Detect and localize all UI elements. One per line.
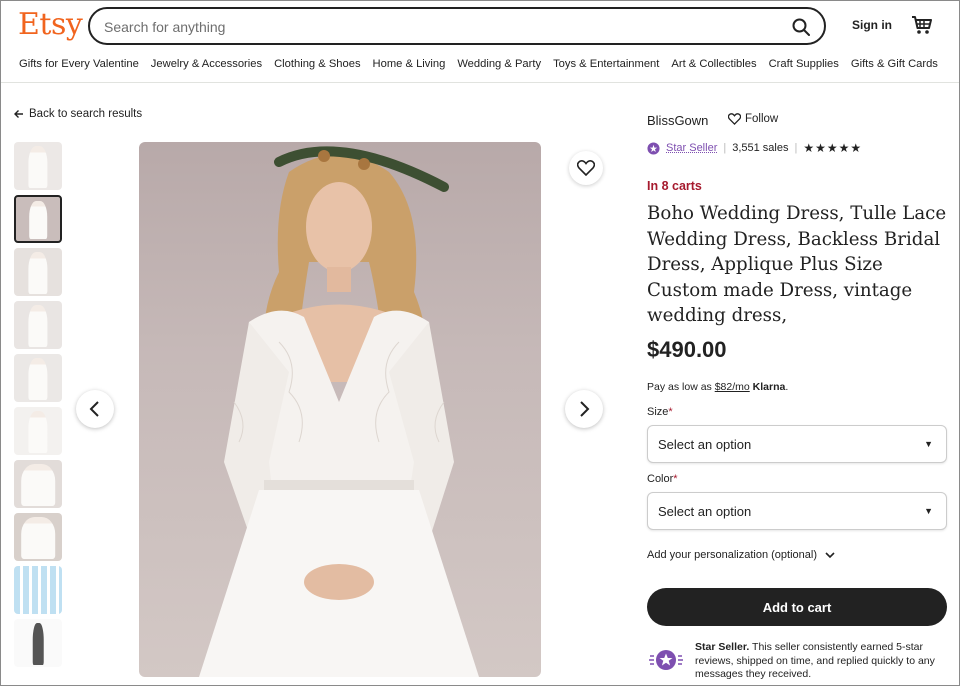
star-seller-large-icon	[647, 641, 685, 679]
category-jewelry[interactable]: Jewelry & Accessories	[151, 58, 262, 70]
required-mark: *	[673, 473, 678, 485]
caret-down-icon: ▼	[924, 506, 933, 516]
color-label: Color*	[647, 473, 678, 485]
product-image	[139, 142, 541, 677]
category-craft[interactable]: Craft Supplies	[769, 58, 839, 70]
arrow-left-icon	[14, 110, 23, 118]
seller-summary: Star Seller | 3,551 sales | ★★★★★	[647, 141, 862, 155]
search-icon	[792, 18, 810, 36]
next-image-button[interactable]	[565, 390, 603, 428]
size-select-value: Select an option	[658, 437, 752, 452]
heart-icon	[577, 160, 595, 176]
price: $490.00	[647, 337, 727, 362]
add-to-cart-label: Add to cart	[762, 599, 832, 615]
search-button[interactable]	[788, 14, 814, 40]
thumbnail[interactable]	[14, 619, 62, 667]
klarna-financing: Pay as low as $82/mo Klarna.	[647, 381, 788, 393]
cart-button[interactable]	[911, 14, 933, 36]
thumbnail-active[interactable]	[14, 195, 62, 243]
add-to-cart-button[interactable]: Add to cart	[647, 588, 947, 626]
thumbnail[interactable]	[14, 513, 62, 561]
category-clothing[interactable]: Clothing & Shoes	[274, 58, 360, 70]
star-seller-link[interactable]: Star Seller	[666, 142, 717, 154]
chevron-left-icon	[89, 401, 99, 417]
back-to-results-link[interactable]: Back to search results	[14, 108, 142, 120]
star-seller-heading: Star Seller.	[695, 641, 750, 653]
required-mark: *	[668, 406, 673, 418]
thumbnail[interactable]	[14, 460, 62, 508]
size-select[interactable]: Select an option ▼	[647, 425, 947, 463]
header: Etsy Sign in Gifts for Every Val	[1, 1, 959, 83]
listing-title: Boho Wedding Dress, Tulle Lace Wedding D…	[647, 203, 947, 327]
thumbnail-list	[14, 142, 62, 672]
heart-outline-icon	[728, 113, 741, 125]
category-gifts-valentine[interactable]: Gifts for Every Valentine	[19, 58, 139, 70]
category-nav: Gifts for Every Valentine Jewelry & Acce…	[19, 58, 938, 70]
divider: |	[794, 142, 798, 154]
category-gift-cards[interactable]: Gifts & Gift Cards	[851, 58, 938, 70]
page: Etsy Sign in Gifts for Every Val	[0, 0, 960, 686]
follow-button[interactable]: Follow	[728, 113, 778, 125]
in-carts-badge: In 8 carts	[647, 179, 702, 193]
wedding-dress-photo	[199, 146, 479, 677]
category-home[interactable]: Home & Living	[373, 58, 446, 70]
thumbnail[interactable]	[14, 354, 62, 402]
klarna-suffix: .	[785, 381, 789, 393]
size-label-text: Size	[647, 406, 669, 418]
thumbnail[interactable]	[14, 248, 62, 296]
follow-label: Follow	[745, 113, 779, 125]
back-label: Back to search results	[29, 108, 143, 120]
klarna-amount-link[interactable]: $82/mo	[715, 381, 750, 393]
previous-image-button[interactable]	[76, 390, 114, 428]
thumbnail[interactable]	[14, 142, 62, 190]
thumbnail[interactable]	[14, 566, 62, 614]
personalization-toggle[interactable]: Add your personalization (optional)	[647, 549, 835, 561]
thumbnail[interactable]	[14, 301, 62, 349]
size-label: Size*	[647, 406, 673, 418]
klarna-brand: Klarna	[752, 381, 786, 393]
caret-down-icon: ▼	[924, 439, 933, 449]
favorite-button[interactable]	[569, 151, 603, 185]
personalization-label: Add your personalization (optional)	[647, 549, 817, 561]
shop-name-link[interactable]: BlissGown	[647, 113, 708, 128]
sales-count: 3,551 sales	[732, 142, 789, 154]
etsy-logo[interactable]: Etsy	[18, 7, 83, 42]
cart-icon	[912, 16, 932, 34]
star-seller-description: Star Seller. This seller consistently ea…	[695, 641, 947, 682]
category-art[interactable]: Art & Collectibles	[671, 58, 756, 70]
category-wedding[interactable]: Wedding & Party	[457, 58, 541, 70]
search-bar	[88, 7, 826, 45]
color-select[interactable]: Select an option ▼	[647, 492, 947, 530]
category-toys[interactable]: Toys & Entertainment	[553, 58, 659, 70]
color-label-text: Color	[647, 473, 674, 485]
thumbnail[interactable]	[14, 407, 62, 455]
chevron-down-icon	[825, 551, 835, 558]
rating-stars-icon[interactable]: ★★★★★	[803, 141, 862, 155]
divider: |	[723, 142, 727, 154]
search-input[interactable]	[104, 17, 744, 37]
sign-in-link[interactable]: Sign in	[852, 18, 892, 32]
chevron-right-icon	[580, 401, 590, 417]
star-seller-info: Star Seller. This seller consistently ea…	[647, 641, 947, 682]
star-seller-badge-icon	[647, 141, 660, 155]
color-select-value: Select an option	[658, 504, 752, 519]
klarna-prefix: Pay as low as	[647, 381, 715, 393]
